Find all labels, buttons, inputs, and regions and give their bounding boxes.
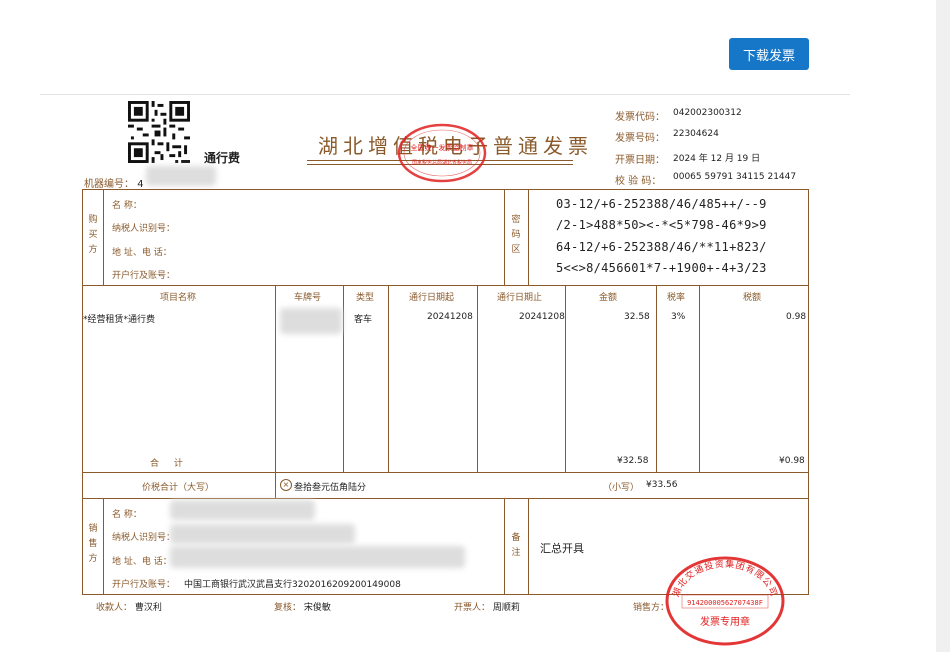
grand-total-label: 价税合计（大写） <box>142 483 215 493</box>
item-tax: 0.98 <box>786 312 807 322</box>
cross-circle-icon: × <box>280 479 292 491</box>
redacted-seller-address <box>170 546 465 568</box>
invoice-number-value: 22304624 <box>673 129 719 139</box>
grid-line <box>275 285 276 472</box>
issuer: 开票人： 周顺莉 <box>454 600 520 613</box>
qr-code <box>128 101 190 163</box>
col-amount: 金额 <box>599 293 618 303</box>
svg-text:全国统一发票监制章: 全国统一发票监制章 <box>411 143 474 152</box>
item-rate: 3% <box>671 312 686 322</box>
seller-address-label: 地 址、电 话： <box>112 557 172 567</box>
seller-taxid-label: 纳税人识别号： <box>112 533 176 543</box>
reviewer: 复核： 宋俊敏 <box>274 600 331 613</box>
grid-line <box>275 472 276 498</box>
cipher-line-4: 5<<>8/456601*7-+1900+-4+3/23 <box>556 261 767 275</box>
cipher-side-label: 密码区 <box>511 215 521 255</box>
payee: 收款人： 曹汉利 <box>96 600 162 613</box>
grid-line <box>504 189 505 285</box>
grid-line <box>103 189 104 285</box>
item-name: *经营租赁*通行费 <box>83 315 156 325</box>
buyer-address-label: 地 址、电 话： <box>112 248 172 258</box>
grid-line <box>343 285 344 472</box>
grand-total-text: 叁拾叁元伍角陆分 <box>294 483 367 493</box>
page-scrollbar[interactable] <box>936 0 950 652</box>
svg-text:发票专用章: 发票专用章 <box>700 615 750 628</box>
grand-total-small: ¥33.56 <box>646 480 678 490</box>
item-date-end: 20241208 <box>519 312 565 322</box>
grid-line <box>82 472 809 473</box>
buyer-bank-label: 开户行及账号： <box>112 271 176 281</box>
grid-line <box>528 189 529 285</box>
svg-text:湖北交通投资集团有限公司: 湖北交通投资集团有限公司 <box>671 558 780 599</box>
grid-line <box>699 285 700 472</box>
item-amount: 32.58 <box>624 312 650 322</box>
grid-line <box>528 498 529 595</box>
total-amount: ¥32.58 <box>617 456 649 466</box>
seller-footer: 销售方： <box>633 600 669 613</box>
invoice-date-row: 开票日期： 2024 年 12 月 19 日 <box>615 151 760 166</box>
reviewer-value: 宋俊敏 <box>303 603 331 613</box>
grid-line <box>565 285 566 472</box>
col-date-end: 通行日期止 <box>497 293 543 303</box>
machine-number: 机器编号： 4 <box>84 175 144 190</box>
invoice-subtitle: 通行费 <box>204 151 241 165</box>
remarks-side-label: 备注 <box>511 533 521 558</box>
redacted-seller-name <box>170 500 315 520</box>
grid-line <box>477 285 478 472</box>
invoice-code-row: 发票代码： 042002300312 <box>615 108 742 123</box>
cipher-line-3: 64-12/+6-252388/46/**11+823/ <box>556 240 767 254</box>
invoice-number-row: 发票号码： 22304624 <box>615 129 719 144</box>
issuer-value: 周顺莉 <box>492 603 520 613</box>
issuer-label: 开票人： <box>454 603 491 613</box>
redacted-seller-taxid <box>170 524 355 544</box>
redacted-machine-number <box>146 166 216 186</box>
col-rate: 税率 <box>667 293 686 303</box>
cipher-line-1: 03-12/+6-252388/46/485++/--9 <box>556 197 767 211</box>
reviewer-label: 复核： <box>274 603 302 613</box>
invoice-date-label: 开票日期： <box>615 155 665 166</box>
check-code-value: 00065 59791 34115 21447 <box>673 172 797 182</box>
svg-text:国家税务总局湖北省税务局: 国家税务总局湖北省税务局 <box>412 159 472 166</box>
buyer-name-label: 名 称： <box>112 201 142 211</box>
buyer-taxid-label: 纳税人识别号： <box>112 224 176 234</box>
seller-name-label: 名 称： <box>112 510 142 520</box>
invoice-code-value: 042002300312 <box>673 108 742 118</box>
total-tax: ¥0.98 <box>779 456 805 466</box>
download-invoice-button[interactable]: 下载发票 <box>729 38 809 70</box>
grand-total-small-label: （小写） <box>603 483 640 493</box>
svg-text:91420000562707438F: 91420000562707438F <box>687 599 763 607</box>
seller-bank-value: 中国工商银行武汉武昌支行3202016209200149008 <box>184 580 401 590</box>
grid-line <box>656 285 657 472</box>
col-type: 类型 <box>356 293 375 303</box>
redacted-plate <box>280 308 342 334</box>
item-type: 客车 <box>354 315 373 325</box>
remarks-value: 汇总开具 <box>540 542 584 555</box>
invoice-code-label: 发票代码： <box>615 112 665 123</box>
col-item-name: 项目名称 <box>160 293 197 303</box>
col-tax: 税额 <box>743 293 762 303</box>
seller-bank-label: 开户行及账号： <box>112 580 176 590</box>
check-code-label: 校 验 码： <box>615 176 662 187</box>
payee-label: 收款人： <box>96 603 133 613</box>
invoice-number-label: 发票号码： <box>615 133 665 144</box>
seller-invoice-stamp: 湖北交通投资集团有限公司 91420000562707438F 发票专用章 <box>665 556 785 646</box>
seller-side-label: 销售方 <box>88 524 98 564</box>
divider <box>40 94 850 95</box>
total-label: 合 计 <box>150 459 189 469</box>
payee-value: 曹汉利 <box>134 603 162 613</box>
check-code-row: 校 验 码： 00065 59791 34115 21447 <box>615 172 796 187</box>
col-date-start: 通行日期起 <box>409 293 455 303</box>
grid-line <box>82 498 809 499</box>
invoice-date-value: 2024 年 12 月 19 日 <box>673 154 761 164</box>
tax-bureau-stamp: 全国统一发票监制章 国家税务总局湖北省税务局 <box>397 123 487 183</box>
item-date-start: 20241208 <box>427 312 473 322</box>
cipher-line-2: /2-1>488*50><-*<5*798-46*9>9 <box>556 218 767 232</box>
grid-line <box>504 498 505 595</box>
col-plate: 车牌号 <box>294 293 322 303</box>
grid-line <box>388 285 389 472</box>
grid-line <box>103 498 104 595</box>
buyer-side-label: 购买方 <box>88 215 98 255</box>
seller-footer-label: 销售方： <box>633 603 670 613</box>
